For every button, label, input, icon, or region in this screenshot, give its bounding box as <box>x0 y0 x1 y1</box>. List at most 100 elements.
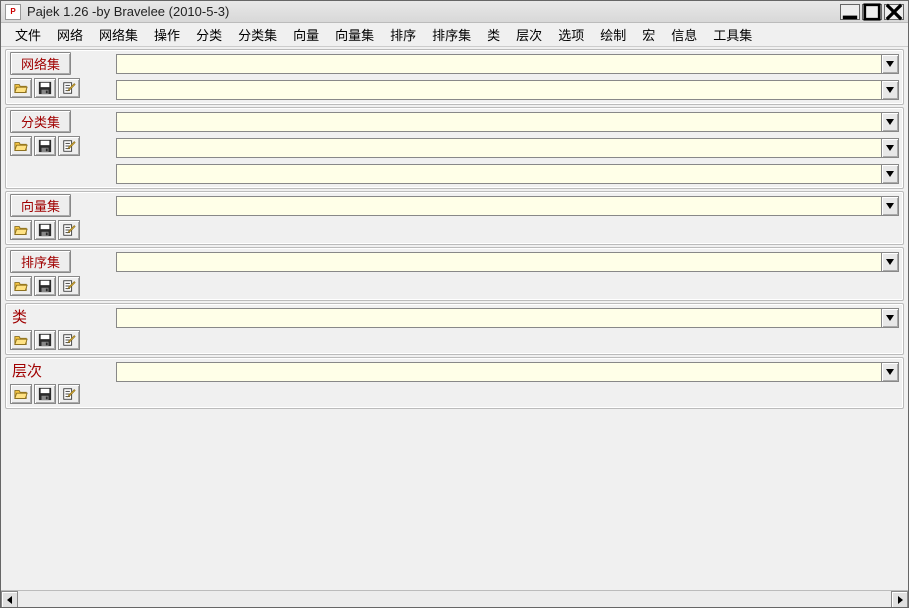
close-button[interactable] <box>884 4 904 20</box>
icon-row <box>10 136 106 156</box>
panel-2: 向量集 <box>5 191 904 245</box>
menu-macro[interactable]: 宏 <box>634 23 663 46</box>
icon-row <box>10 330 106 350</box>
menu-vectors[interactable]: 向量集 <box>327 23 382 46</box>
open-icon[interactable] <box>10 276 32 296</box>
menu-tools[interactable]: 工具集 <box>705 23 760 46</box>
scroll-track[interactable] <box>18 591 891 607</box>
edit-icon[interactable] <box>58 78 80 98</box>
panel-right <box>116 194 899 240</box>
panels-container: 网络集分类集向量集排序集类层次 <box>1 47 908 590</box>
icon-row <box>10 276 106 296</box>
save-icon[interactable] <box>34 220 56 240</box>
menu-info[interactable]: 信息 <box>663 23 705 46</box>
edit-icon[interactable] <box>58 220 80 240</box>
open-icon[interactable] <box>10 78 32 98</box>
chevron-down-icon[interactable] <box>881 253 898 271</box>
combo-1-2[interactable] <box>116 164 899 184</box>
menu-cluster[interactable]: 类 <box>479 23 508 46</box>
minimize-button[interactable] <box>840 4 860 20</box>
panel-label[interactable]: 分类集 <box>10 110 71 133</box>
client-area: 网络集分类集向量集排序集类层次 <box>1 47 908 607</box>
open-icon[interactable] <box>10 330 32 350</box>
menu-file[interactable]: 文件 <box>7 23 49 46</box>
save-icon[interactable] <box>34 276 56 296</box>
save-icon[interactable] <box>34 78 56 98</box>
menubar: 文件 网络 网络集 操作 分类 分类集 向量 向量集 排序 排序集 类 层次 选… <box>1 23 908 47</box>
open-icon[interactable] <box>10 136 32 156</box>
menu-hierarchy[interactable]: 层次 <box>508 23 550 46</box>
panel-right <box>116 360 899 404</box>
edit-icon[interactable] <box>58 384 80 404</box>
window-buttons <box>840 4 904 20</box>
combo-input[interactable] <box>117 309 881 327</box>
menu-vector[interactable]: 向量 <box>285 23 327 46</box>
chevron-down-icon[interactable] <box>881 139 898 157</box>
combo-input[interactable] <box>117 113 881 131</box>
combo-4-0[interactable] <box>116 308 899 328</box>
edit-icon[interactable] <box>58 136 80 156</box>
chevron-down-icon[interactable] <box>881 197 898 215</box>
panel-label[interactable]: 排序集 <box>10 250 71 273</box>
combo-0-1[interactable] <box>116 80 899 100</box>
chevron-down-icon[interactable] <box>881 81 898 99</box>
save-icon[interactable] <box>34 136 56 156</box>
combo-5-0[interactable] <box>116 362 899 382</box>
menu-permutation[interactable]: 排序 <box>382 23 424 46</box>
panel-label[interactable]: 网络集 <box>10 52 71 75</box>
menu-draw[interactable]: 绘制 <box>592 23 634 46</box>
scroll-left-button[interactable] <box>1 591 18 607</box>
chevron-down-icon[interactable] <box>881 113 898 131</box>
panel-right <box>116 110 899 184</box>
open-icon[interactable] <box>10 384 32 404</box>
scroll-right-button[interactable] <box>891 591 908 607</box>
panel-left: 分类集 <box>10 110 106 184</box>
panel-label[interactable]: 向量集 <box>10 194 71 217</box>
combo-input[interactable] <box>117 363 881 381</box>
combo-input[interactable] <box>117 81 881 99</box>
edit-icon[interactable] <box>58 330 80 350</box>
titlebar: P Pajek 1.26 -by Bravelee (2010-5-3) <box>1 1 908 23</box>
combo-1-0[interactable] <box>116 112 899 132</box>
panel-left: 类 <box>10 306 106 350</box>
maximize-button[interactable] <box>862 4 882 20</box>
icon-row <box>10 78 106 98</box>
app-icon: P <box>5 4 21 20</box>
open-icon[interactable] <box>10 220 32 240</box>
panel-0: 网络集 <box>5 49 904 105</box>
combo-input[interactable] <box>117 139 881 157</box>
menu-partitions[interactable]: 分类集 <box>230 23 285 46</box>
icon-row <box>10 220 106 240</box>
menu-partition[interactable]: 分类 <box>188 23 230 46</box>
combo-input[interactable] <box>117 165 881 183</box>
menu-options[interactable]: 选项 <box>550 23 592 46</box>
combo-input[interactable] <box>117 55 881 73</box>
combo-2-0[interactable] <box>116 196 899 216</box>
panel-left: 向量集 <box>10 194 106 240</box>
combo-1-1[interactable] <box>116 138 899 158</box>
save-icon[interactable] <box>34 330 56 350</box>
edit-icon[interactable] <box>58 276 80 296</box>
horizontal-scrollbar[interactable] <box>1 590 908 607</box>
panel-right <box>116 52 899 100</box>
panel-right <box>116 306 899 350</box>
combo-0-0[interactable] <box>116 54 899 74</box>
panel-left: 网络集 <box>10 52 106 100</box>
chevron-down-icon[interactable] <box>881 165 898 183</box>
chevron-down-icon[interactable] <box>881 55 898 73</box>
combo-input[interactable] <box>117 197 881 215</box>
menu-operations[interactable]: 操作 <box>146 23 188 46</box>
panel-label: 层次 <box>10 360 106 383</box>
menu-network[interactable]: 网络 <box>49 23 91 46</box>
chevron-down-icon[interactable] <box>881 363 898 381</box>
menu-permutations[interactable]: 排序集 <box>424 23 479 46</box>
chevron-down-icon[interactable] <box>881 309 898 327</box>
combo-input[interactable] <box>117 253 881 271</box>
save-icon[interactable] <box>34 384 56 404</box>
icon-row <box>10 384 106 404</box>
panel-left: 排序集 <box>10 250 106 296</box>
menu-networks[interactable]: 网络集 <box>91 23 146 46</box>
panel-1: 分类集 <box>5 107 904 189</box>
panel-right <box>116 250 899 296</box>
combo-3-0[interactable] <box>116 252 899 272</box>
